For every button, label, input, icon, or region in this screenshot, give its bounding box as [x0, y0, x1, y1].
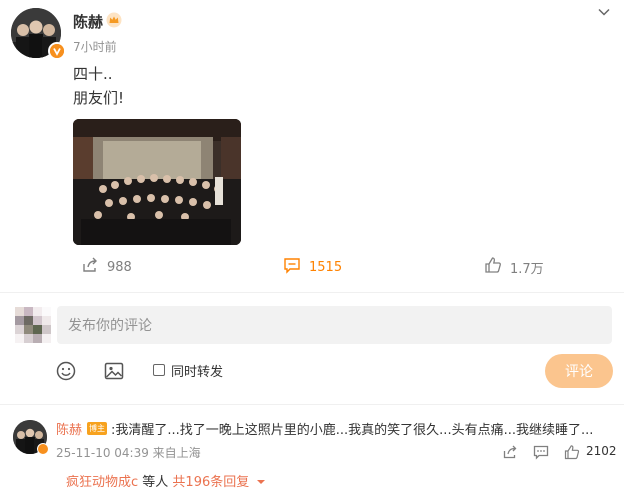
author-name[interactable]: 陈赫 — [73, 11, 103, 32]
post-time[interactable]: 7小时前 — [73, 38, 117, 55]
post-text-line-2: 朋友们! — [73, 89, 125, 107]
repost-count: 988 — [107, 259, 132, 275]
repost-button[interactable]: 988 — [81, 256, 132, 278]
repost-icon — [81, 256, 99, 278]
comment-text: :我清醒了...找了一晚上这照片里的小鹿...我真的笑了很久...头有点痛...… — [111, 423, 594, 438]
host-tag: 博主 — [87, 422, 107, 435]
comment-input[interactable]: 发布你的评论 — [57, 306, 612, 344]
submit-comment-button[interactable]: 评论 — [545, 354, 613, 388]
comment-button[interactable]: 1515 — [283, 256, 342, 278]
comment-count: 1515 — [309, 259, 343, 275]
emoji-icon[interactable] — [55, 360, 77, 382]
current-user-avatar[interactable] — [15, 307, 51, 343]
forward-label[interactable]: 同时转发 — [171, 361, 223, 380]
forward-checkbox[interactable] — [153, 364, 165, 376]
divider — [0, 404, 624, 405]
like-count: 1.7万 — [510, 261, 544, 277]
comment-input-placeholder: 发布你的评论 — [68, 318, 152, 334]
comment-meta: 25-11-10 04:39 来自上海 — [56, 446, 201, 460]
comment-like-count: 2102 — [586, 444, 617, 458]
image-icon[interactable] — [103, 360, 125, 382]
caret-down-icon — [256, 475, 266, 490]
reply-middle: 等人 — [138, 475, 173, 490]
reply-user[interactable]: 疯狂动物成c — [66, 475, 138, 490]
thumbs-up-icon[interactable] — [564, 444, 580, 460]
divider — [0, 292, 624, 293]
crown-icon — [106, 12, 122, 28]
thumbs-up-icon — [484, 256, 502, 278]
post-photo[interactable] — [73, 119, 241, 245]
comment-icon — [283, 256, 301, 278]
post-text-line-1: 四十.. — [73, 65, 113, 83]
reply-summary[interactable]: 疯狂动物成c 等人 共196条回复 — [66, 471, 266, 490]
repost-icon[interactable] — [502, 444, 518, 460]
chevron-down-icon[interactable] — [596, 4, 612, 20]
like-button[interactable]: 1.7万 — [484, 256, 544, 278]
comment-icon[interactable] — [533, 444, 549, 460]
verified-badge-icon — [37, 443, 49, 455]
commenter-name[interactable]: 陈赫 — [56, 419, 82, 438]
reply-count[interactable]: 共196条回复 — [172, 475, 249, 490]
verified-badge-icon — [48, 42, 66, 60]
